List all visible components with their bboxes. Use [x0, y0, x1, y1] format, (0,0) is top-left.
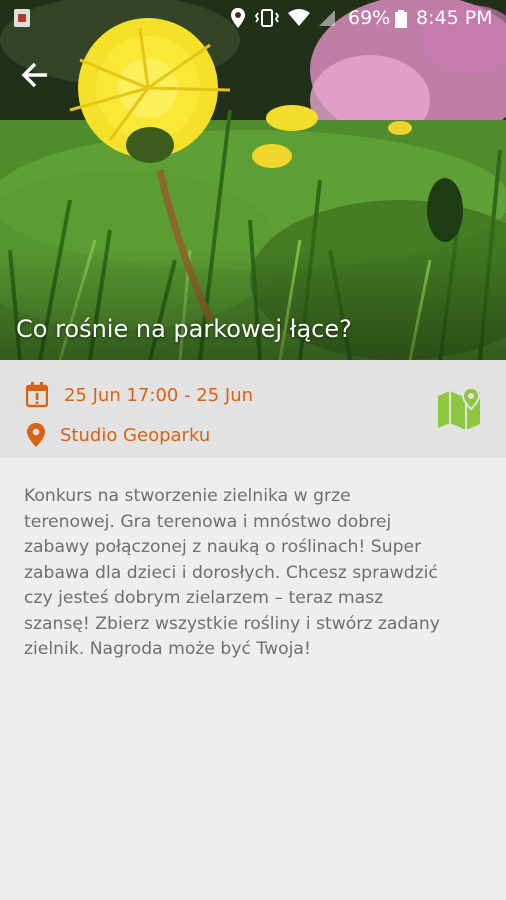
clock: 8:45 PM: [416, 7, 493, 29]
battery-icon: [395, 10, 407, 28]
status-bar: 69% 8:45 PM: [0, 0, 506, 36]
description-line: szansę! Zbierz wszystkie rośliny i stwór…: [24, 613, 440, 634]
signal-icon: [319, 10, 335, 26]
header-image: [0, 0, 506, 360]
description-line: Konkurs na stworzenie zielnika w grze: [24, 486, 351, 506]
calendar-alert-icon: [26, 382, 48, 408]
vibrate-icon: [254, 9, 280, 27]
location-pin-icon: [27, 423, 45, 447]
description-line: czy jesteś dobrym zielarzem – teraz masz: [24, 588, 384, 608]
location-icon: [231, 8, 245, 28]
map-pin-icon[interactable]: [436, 386, 482, 432]
wifi-icon: [288, 9, 310, 26]
description-line: zielnik. Nagroda może być Twoja!: [24, 639, 311, 659]
notification-icon: [14, 9, 30, 27]
event-location-row: Studio Geoparku: [26, 422, 210, 448]
page-title: Co rośnie na parkowej łące?: [16, 315, 352, 343]
event-info: 25 Jun 17:00 - 25 Jun Studio Geoparku: [0, 360, 506, 458]
description-line: terenowej. Gra terenowa i mnóstwo dobrej: [24, 511, 392, 532]
event-description: Konkurs na stworzenie zielnika w grze te…: [24, 484, 484, 663]
description-line: zabawa dla dzieci i dorosłych. Chcesz sp…: [24, 562, 438, 583]
arrow-back-icon[interactable]: [18, 58, 52, 92]
event-date-row: 25 Jun 17:00 - 25 Jun: [26, 382, 253, 408]
event-location: Studio Geoparku: [60, 424, 211, 446]
description-line: zabawy połączonej z nauką o roślinach! S…: [24, 537, 422, 557]
event-date: 25 Jun 17:00 - 25 Jun: [64, 384, 254, 406]
battery-percent: 69%: [348, 7, 391, 29]
